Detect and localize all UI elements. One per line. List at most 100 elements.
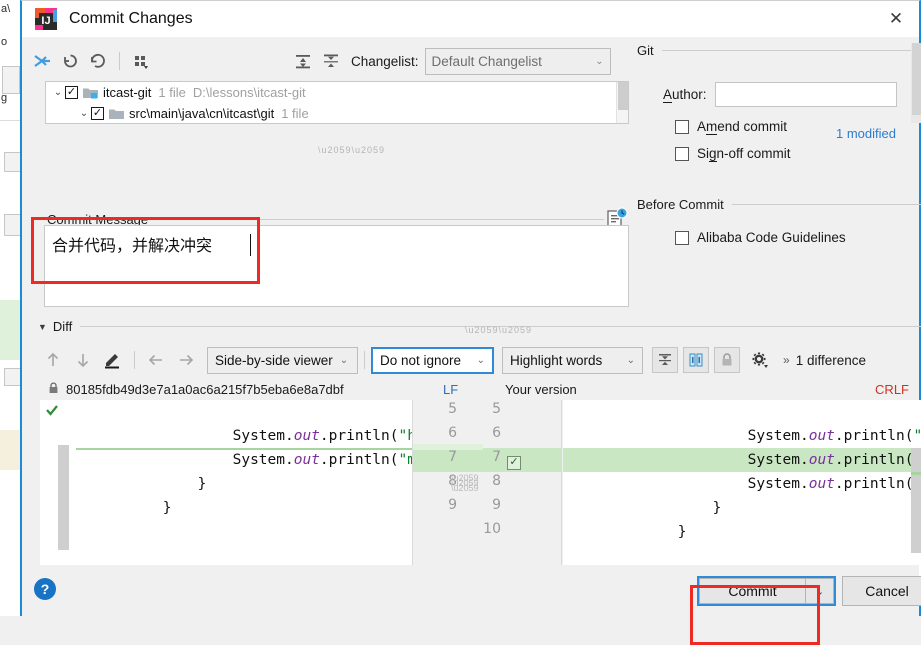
dialog-footer: ? Commit ⌄ Cancel bbox=[22, 565, 921, 617]
left-line-separator[interactable]: LF bbox=[443, 382, 458, 397]
page-title: Commit Changes bbox=[69, 10, 193, 27]
ignore-policy-value: Do not ignore bbox=[380, 352, 462, 368]
toolbar-divider bbox=[119, 52, 120, 70]
accept-change-checkbox[interactable]: ✓ bbox=[507, 453, 521, 470]
text-caret bbox=[250, 234, 251, 256]
signoff-commit-label: Sign-off commit bbox=[697, 146, 791, 162]
splitter-grip[interactable]: \u2059\u2059 bbox=[318, 145, 385, 155]
alibaba-guidelines-checkbox[interactable] bbox=[675, 230, 689, 245]
author-field[interactable] bbox=[714, 82, 897, 107]
right-line-number: 9 bbox=[492, 497, 501, 513]
commit-options-chevron-icon[interactable]: ⌄ bbox=[805, 578, 834, 604]
scrollbar-thumb[interactable] bbox=[618, 82, 628, 110]
apply-left-icon[interactable] bbox=[141, 345, 171, 375]
right-line-separator[interactable]: CRLF bbox=[875, 382, 909, 397]
chevron-down-icon: ⌄ bbox=[476, 354, 485, 366]
code-line: System.out.println("he l bbox=[677, 428, 921, 444]
changelist-value: Default Changelist bbox=[431, 53, 542, 69]
right-line-number: 8 bbox=[492, 473, 501, 489]
help-icon[interactable]: ? bbox=[34, 578, 56, 600]
apply-right-icon[interactable] bbox=[171, 345, 201, 375]
tree-node-name: src\main\java\cn\itcast\git bbox=[129, 106, 275, 121]
section-divider bbox=[661, 50, 921, 51]
scrollbar-thumb[interactable] bbox=[912, 43, 921, 115]
signoff-commit-row[interactable]: Sign-off commit bbox=[637, 146, 921, 162]
edit-source-icon[interactable] bbox=[98, 345, 128, 375]
right-line-number: 7 bbox=[492, 449, 501, 465]
revert-icon[interactable] bbox=[56, 47, 84, 75]
code-line: System.out.println("dev bbox=[677, 476, 921, 492]
splitter-grip[interactable]: \u2059\u2059 bbox=[465, 325, 532, 335]
left-pane-marker-bar[interactable] bbox=[58, 445, 69, 550]
module-folder-icon bbox=[83, 87, 98, 99]
options-vertical-scrollbar[interactable] bbox=[911, 43, 921, 123]
lock-icon bbox=[48, 381, 59, 397]
before-commit-section-header: Before Commit bbox=[637, 197, 921, 212]
refresh-icon[interactable] bbox=[84, 47, 112, 75]
git-section-title: Git bbox=[637, 43, 654, 58]
changes-toolbar: Changelist: Default Changelist ⌄ bbox=[28, 43, 624, 79]
toolbar-divider bbox=[134, 351, 135, 369]
changed-files-tree[interactable]: ⌄ ✓ itcast-git 1 file D:\lessons\itcast-… bbox=[45, 81, 629, 124]
highlight-policy-dropdown[interactable]: Highlight words ⌄ bbox=[502, 346, 643, 374]
collapse-unchanged-icon[interactable] bbox=[652, 347, 678, 373]
amend-commit-row[interactable]: Amend commit bbox=[637, 119, 921, 135]
group-by-icon[interactable] bbox=[127, 47, 155, 75]
tree-node-name: itcast-git bbox=[103, 85, 152, 100]
tree-row-module[interactable]: ⌄ ✓ itcast-git 1 file D:\lessons\itcast-… bbox=[46, 82, 628, 103]
svg-text:IJ: IJ bbox=[41, 15, 50, 27]
alibaba-guidelines-label: Alibaba Code Guidelines bbox=[697, 230, 846, 245]
added-range-band bbox=[76, 448, 412, 450]
chevron-down-icon: ⌄ bbox=[339, 354, 349, 366]
read-only-lock-icon[interactable] bbox=[714, 347, 740, 373]
next-difference-icon[interactable] bbox=[68, 345, 98, 375]
expand-arrow-icon[interactable]: ⌄ bbox=[51, 87, 65, 98]
dialog-title-bar: IJ Commit Changes ✕ bbox=[22, 1, 919, 37]
expand-arrow-icon[interactable]: ⌄ bbox=[77, 108, 91, 119]
code-line: System.out.println("hel bbox=[162, 428, 412, 444]
tree-row-package[interactable]: ⌄ ✓ src\main\java\cn\itcast\git 1 file bbox=[46, 103, 628, 123]
signoff-commit-checkbox[interactable] bbox=[675, 146, 689, 161]
ignore-policy-dropdown[interactable]: Do not ignore ⌄ bbox=[371, 346, 494, 374]
change-accepted-icon bbox=[45, 403, 59, 420]
right-line-number: 10 bbox=[483, 521, 501, 537]
commit-changes-dialog: IJ Commit Changes ✕ Changelist: Default … bbox=[20, 0, 921, 645]
collapse-all-icon[interactable] bbox=[317, 47, 345, 75]
amend-commit-checkbox[interactable] bbox=[675, 119, 689, 134]
amend-commit-label: Amend commit bbox=[697, 119, 788, 135]
commit-message-input[interactable]: 合并代码，并解决冲突 bbox=[44, 225, 629, 307]
viewer-mode-dropdown[interactable]: Side-by-side viewer ⌄ bbox=[207, 346, 358, 374]
commit-button[interactable]: Commit bbox=[699, 578, 805, 604]
expand-all-icon[interactable] bbox=[289, 47, 317, 75]
toolbar-divider bbox=[364, 351, 365, 369]
right-line-number: 6 bbox=[492, 425, 501, 441]
changelist-dropdown[interactable]: Default Changelist ⌄ bbox=[424, 47, 611, 75]
tree-node-filecount: 1 file bbox=[158, 85, 186, 100]
tree-checkbox[interactable]: ✓ bbox=[91, 107, 104, 120]
dialog-content: Changelist: Default Changelist ⌄ ⌄ ✓ itc… bbox=[22, 37, 921, 645]
commit-options-panel: Git Author: Amend commit Sign-off commit… bbox=[637, 43, 921, 311]
cancel-button[interactable]: Cancel bbox=[842, 576, 921, 606]
difference-count: 1 difference bbox=[795, 352, 866, 368]
alibaba-guidelines-row[interactable]: Alibaba Code Guidelines bbox=[637, 230, 921, 245]
section-divider bbox=[731, 204, 921, 205]
close-icon[interactable]: ✕ bbox=[873, 1, 919, 37]
left-line-number: 9 bbox=[448, 497, 457, 513]
diff-file-header: 80185fdb49d3e7a1a0ac6a215f7b5eba6e8a7dbf… bbox=[40, 378, 921, 400]
tree-checkbox[interactable]: ✓ bbox=[65, 86, 78, 99]
highlight-policy-value: Highlight words bbox=[510, 352, 603, 368]
tree-vertical-scrollbar[interactable] bbox=[616, 82, 628, 123]
more-options-icon[interactable]: » bbox=[783, 353, 790, 367]
chevron-down-icon: ⌄ bbox=[595, 55, 604, 67]
synchronize-scroll-icon[interactable] bbox=[683, 347, 709, 373]
gear-icon[interactable] bbox=[745, 345, 775, 375]
tree-node-filecount: 1 file bbox=[281, 106, 309, 121]
collapse-caret-icon[interactable]: ▼ bbox=[38, 322, 47, 332]
previous-difference-icon[interactable] bbox=[38, 345, 68, 375]
folder-icon bbox=[109, 108, 124, 120]
show-diff-icon[interactable] bbox=[28, 47, 56, 75]
before-commit-section-title: Before Commit bbox=[637, 197, 724, 212]
folded-lines-handle[interactable]: \u2059 \u2059 \u2059 bbox=[451, 474, 479, 493]
right-pane-vertical-scrollbar[interactable] bbox=[911, 448, 921, 553]
left-line-number: 7 bbox=[448, 449, 457, 465]
